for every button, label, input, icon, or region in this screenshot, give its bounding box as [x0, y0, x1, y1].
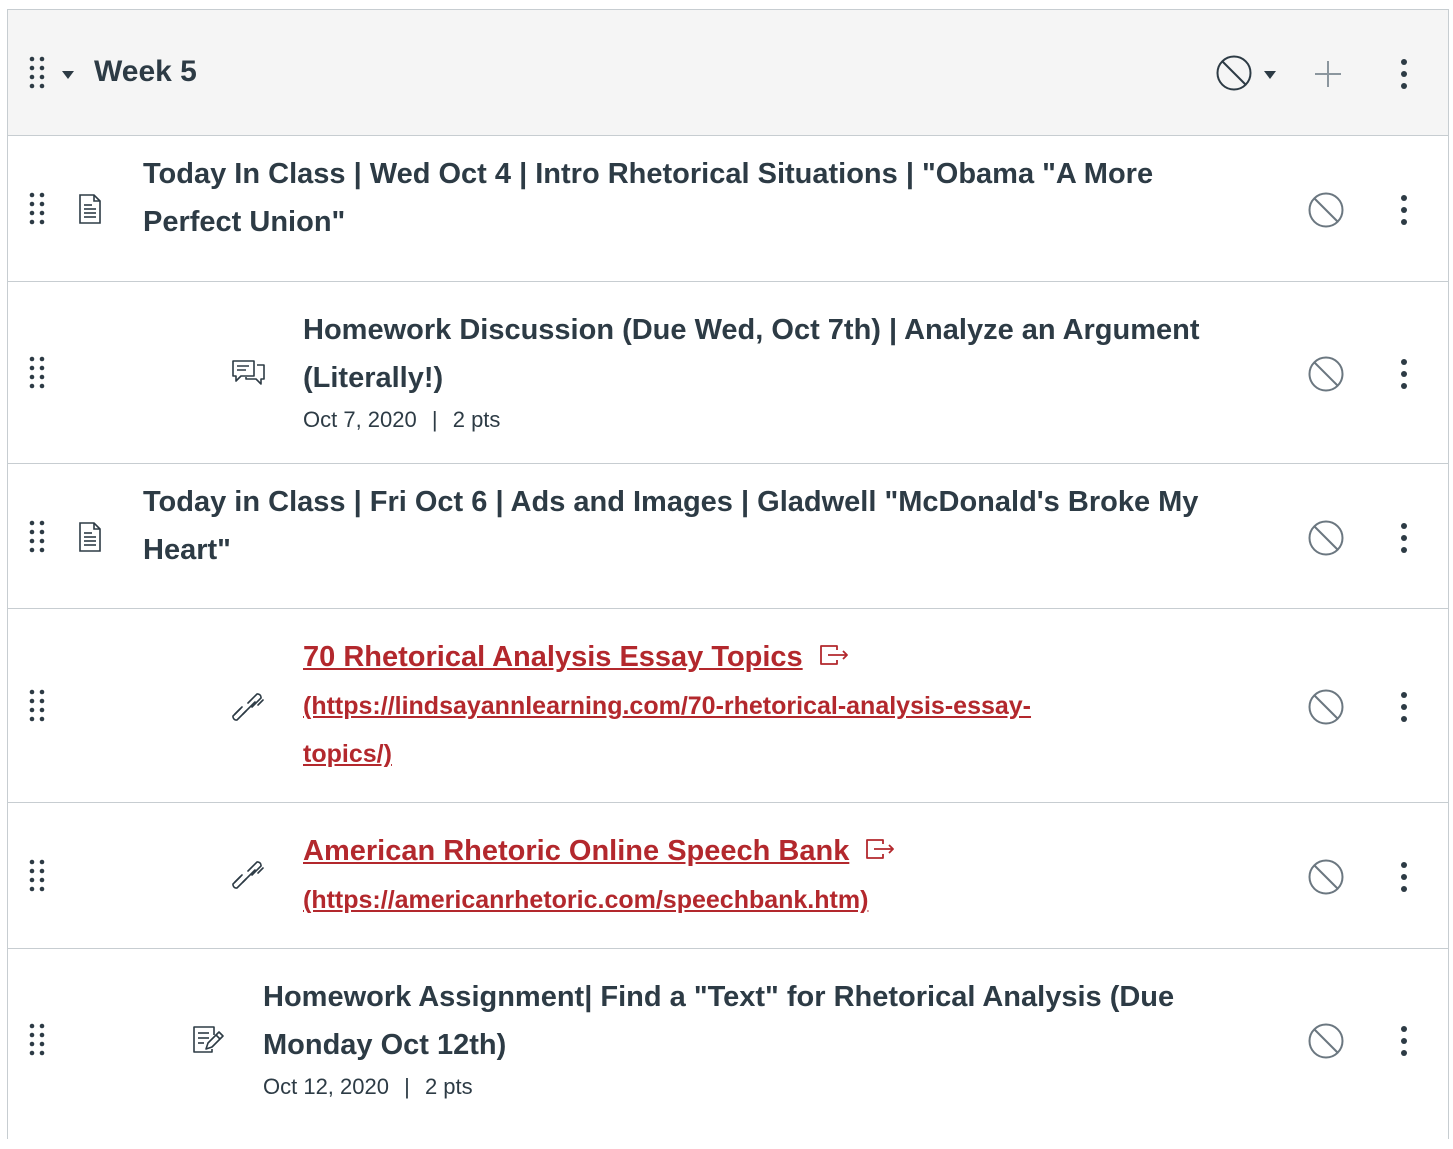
external-link-icon	[819, 634, 851, 682]
item-title-link[interactable]: Today In Class | Wed Oct 4 | Intro Rheto…	[143, 150, 1203, 246]
module-options-kebab-icon[interactable]	[1398, 58, 1410, 95]
assignment-icon	[192, 1025, 226, 1060]
item-details: Oct 12, 2020 | 2 pts	[263, 1073, 473, 1101]
drag-handle-icon[interactable]	[28, 858, 48, 894]
item-options-kebab-icon[interactable]	[1398, 194, 1410, 231]
external-link-url[interactable]: (https://lindsayannlearning.com/70-rheto…	[303, 682, 1203, 730]
item-options-kebab-icon[interactable]	[1398, 1025, 1410, 1062]
details-separator: |	[404, 1074, 410, 1099]
external-link-title[interactable]: American Rhetoric Online Speech Bank	[303, 835, 849, 867]
drag-handle-icon[interactable]	[28, 55, 48, 91]
drag-handle-icon[interactable]	[28, 519, 48, 555]
module-item[interactable]: Homework Discussion (Due Wed, Oct 7th) |…	[8, 282, 1448, 464]
item-options-kebab-icon[interactable]	[1398, 861, 1410, 898]
publish-status-icon[interactable]	[1307, 858, 1345, 901]
external-link-url[interactable]: (https://americanrhetoric.com/speechbank…	[303, 876, 1203, 924]
publish-status-icon[interactable]	[1215, 54, 1253, 97]
item-options-kebab-icon[interactable]	[1398, 522, 1410, 559]
drag-handle-icon[interactable]	[28, 191, 48, 227]
module-week-5: Week 5 Today In Class | Wed Oct 4 | Intr…	[7, 9, 1449, 1149]
due-date: Oct 12, 2020	[263, 1074, 389, 1099]
module-header[interactable]: Week 5	[8, 10, 1448, 136]
drag-handle-icon[interactable]	[28, 355, 48, 391]
publish-dropdown-caret-icon[interactable]	[1263, 67, 1277, 85]
publish-status-icon[interactable]	[1307, 191, 1345, 234]
item-title-link[interactable]: Today in Class | Fri Oct 6 | Ads and Ima…	[143, 478, 1203, 574]
discussion-icon	[232, 359, 266, 394]
external-link-url-cont[interactable]: topics/)	[303, 730, 1203, 778]
publish-status-icon[interactable]	[1307, 688, 1345, 731]
item-details: Oct 7, 2020 | 2 pts	[303, 406, 500, 434]
module-item[interactable]: Homework Assignment| Find a "Text" for R…	[8, 949, 1448, 1149]
item-options-kebab-icon[interactable]	[1398, 358, 1410, 395]
module-item[interactable]: American Rhetoric Online Speech Bank (ht…	[8, 803, 1448, 949]
module-item[interactable]: 70 Rhetorical Analysis Essay Topics (htt…	[8, 609, 1448, 803]
item-options-kebab-icon[interactable]	[1398, 691, 1410, 728]
link-icon	[232, 861, 266, 898]
drag-handle-icon[interactable]	[28, 1022, 48, 1058]
page-icon	[78, 194, 102, 229]
external-link-icon	[865, 828, 897, 876]
publish-status-icon[interactable]	[1307, 355, 1345, 398]
drag-handle-icon[interactable]	[28, 688, 48, 724]
module-item[interactable]: Today in Class | Fri Oct 6 | Ads and Ima…	[8, 464, 1448, 609]
points-possible: 2 pts	[452, 407, 501, 432]
item-title-link[interactable]: Homework Discussion (Due Wed, Oct 7th) |…	[303, 306, 1203, 402]
page-icon	[78, 522, 102, 557]
due-date: Oct 7, 2020	[303, 407, 417, 432]
points-possible: 2 pts	[424, 1074, 473, 1099]
module-title: Week 5	[94, 55, 197, 88]
publish-status-icon[interactable]	[1307, 1022, 1345, 1065]
details-separator: |	[431, 407, 438, 432]
external-link-title[interactable]: 70 Rhetorical Analysis Essay Topics	[303, 641, 803, 673]
add-item-icon[interactable]	[1314, 60, 1342, 93]
item-title-link[interactable]: Homework Assignment| Find a "Text" for R…	[263, 973, 1203, 1069]
module-item[interactable]: Today In Class | Wed Oct 4 | Intro Rheto…	[8, 136, 1448, 282]
link-icon	[232, 693, 266, 730]
external-link-text[interactable]: American Rhetoric Online Speech Bank (ht…	[303, 827, 1203, 924]
publish-status-icon[interactable]	[1307, 519, 1345, 562]
external-link-text[interactable]: 70 Rhetorical Analysis Essay Topics (htt…	[303, 633, 1203, 778]
collapse-caret-icon[interactable]	[61, 67, 75, 85]
